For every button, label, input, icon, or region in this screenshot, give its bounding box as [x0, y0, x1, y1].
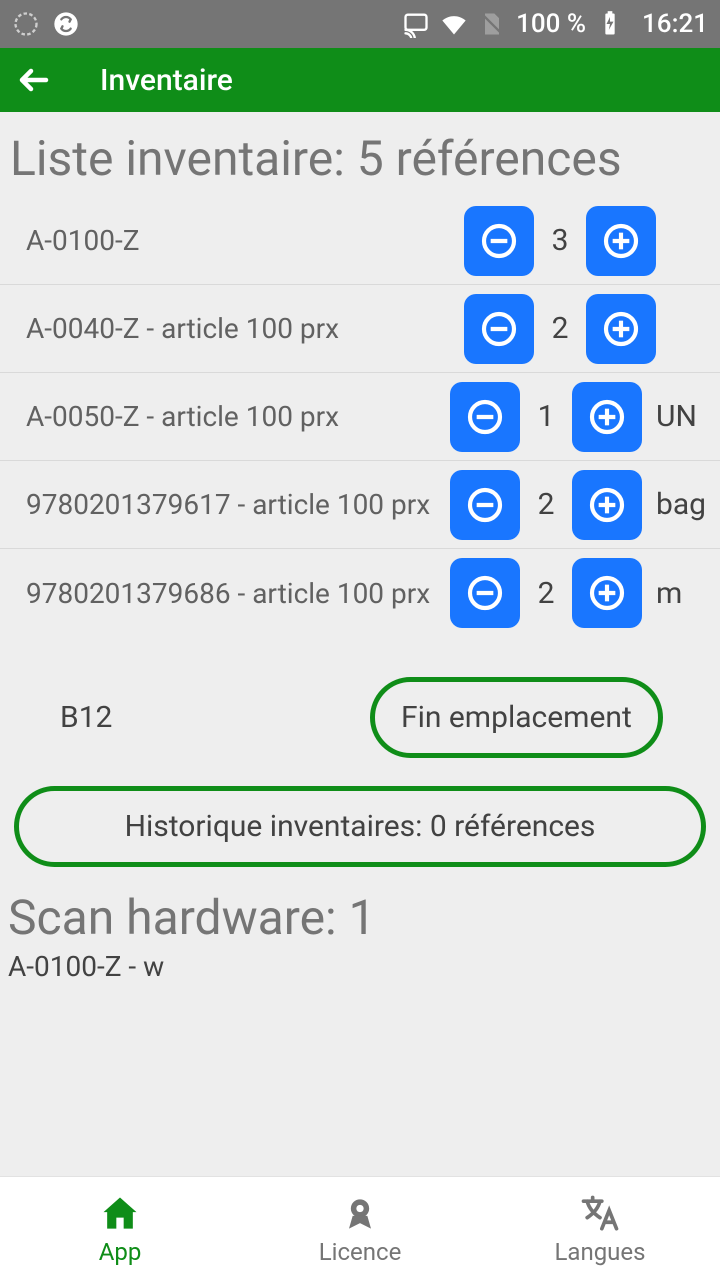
battery-charging-icon [596, 10, 624, 38]
nav-label: Licence [319, 1238, 402, 1266]
item-unit: m [656, 576, 710, 611]
decrement-button[interactable] [464, 294, 534, 364]
sync-icon [52, 10, 80, 38]
wifi-icon [440, 10, 468, 38]
item-label: A-0100-Z [26, 224, 454, 257]
item-label: A-0050-Z - article 100 prx [26, 400, 440, 433]
nav-langues[interactable]: Langues [480, 1177, 720, 1280]
clock: 16:21 [642, 9, 708, 39]
item-label: 9780201379686 - article 100 prx [26, 577, 440, 610]
spinner-icon [12, 10, 40, 38]
list-item: A-0050-Z - article 100 prx 1 UN [0, 373, 720, 461]
battery-percent: 100 % [516, 9, 586, 39]
no-sim-icon [478, 10, 506, 38]
app-bar: Inventaire [0, 48, 720, 112]
item-qty: 3 [548, 223, 572, 258]
item-unit: bag [656, 487, 710, 522]
scan-heading: Scan hardware: 1 [0, 867, 720, 950]
decrement-button[interactable] [450, 382, 520, 452]
nav-label: App [99, 1238, 142, 1266]
list-item: 9780201379686 - article 100 prx 2 m [0, 549, 720, 637]
inventory-heading: Liste inventaire: 5 références [0, 124, 720, 197]
end-location-button[interactable]: Fin emplacement [370, 677, 663, 758]
location-label: B12 [60, 700, 350, 735]
nav-app[interactable]: App [0, 1177, 240, 1280]
item-qty: 2 [534, 487, 558, 522]
increment-button[interactable] [572, 558, 642, 628]
decrement-button[interactable] [464, 206, 534, 276]
nav-label: Langues [554, 1238, 645, 1266]
cast-icon [402, 10, 430, 38]
translate-icon [578, 1192, 622, 1236]
increment-button[interactable] [586, 294, 656, 364]
inventory-list: A-0100-Z 3 A-0040-Z - article 100 prx 2 [0, 197, 720, 637]
item-label: 9780201379617 - article 100 prx [26, 488, 440, 521]
decrement-button[interactable] [450, 470, 520, 540]
scan-line: A-0100-Z - w [0, 950, 720, 983]
item-qty: 2 [548, 311, 572, 346]
back-button[interactable] [16, 62, 52, 98]
increment-button[interactable] [572, 382, 642, 452]
item-qty: 2 [534, 576, 558, 611]
home-icon [98, 1192, 142, 1236]
list-item: A-0100-Z 3 [0, 197, 720, 285]
history-button[interactable]: Historique inventaires: 0 références [14, 786, 706, 867]
list-item: 9780201379617 - article 100 prx 2 bag [0, 461, 720, 549]
increment-button[interactable] [572, 470, 642, 540]
badge-icon [338, 1192, 382, 1236]
status-bar: 100 % 16:21 [0, 0, 720, 48]
bottom-nav: App Licence Langues [0, 1176, 720, 1280]
content-area: Liste inventaire: 5 références A-0100-Z … [0, 112, 720, 1176]
location-row: B12 Fin emplacement [0, 637, 720, 768]
decrement-button[interactable] [450, 558, 520, 628]
item-unit: UN [656, 399, 710, 434]
increment-button[interactable] [586, 206, 656, 276]
list-item: A-0040-Z - article 100 prx 2 [0, 285, 720, 373]
item-qty: 1 [534, 399, 558, 434]
nav-licence[interactable]: Licence [240, 1177, 480, 1280]
page-title: Inventaire [100, 63, 233, 98]
item-label: A-0040-Z - article 100 prx [26, 312, 454, 345]
